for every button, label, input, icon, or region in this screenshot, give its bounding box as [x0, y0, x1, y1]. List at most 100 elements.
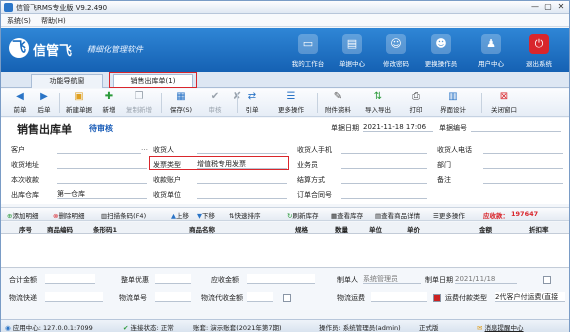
fee-pay-check[interactable]: [433, 294, 441, 302]
refresh-stock-button[interactable]: ↻刷新库存: [287, 210, 318, 220]
make-date-label: 制单日期: [425, 276, 453, 284]
menu-help[interactable]: 帮助(H): [41, 16, 66, 26]
lookup-icon[interactable]: …: [141, 144, 148, 152]
nav-user-center[interactable]: ♟ 用户中心: [471, 32, 511, 70]
doc-date-field[interactable]: 2021-11-18 17:06: [363, 122, 433, 132]
copy-add-button[interactable]: ❐ 复制新增: [123, 91, 155, 115]
nav-change-password[interactable]: ☺ 修改密码: [376, 32, 416, 70]
version-status: 正式版: [419, 324, 439, 332]
move-down-button[interactable]: ▼下移: [197, 210, 215, 220]
maximize-button[interactable]: ▢: [542, 2, 554, 12]
add-button[interactable]: ✚ 新增: [97, 91, 121, 115]
col-unit[interactable]: 单位: [369, 224, 382, 234]
total-field[interactable]: [45, 274, 95, 284]
move-up-button[interactable]: ▲上移: [171, 210, 189, 220]
receipt-account-field[interactable]: [197, 174, 287, 184]
grid-header: 序号 商品编码 条形码1 商品名称 规格 数量 单位 单价 金额 折扣率: [1, 222, 569, 234]
close-window-button[interactable]: ⊠ 关闭窗口: [487, 91, 521, 115]
close-button[interactable]: ✕: [555, 2, 567, 12]
slogan: 精细化管理软件: [87, 45, 143, 54]
dept-label: 部门: [437, 161, 451, 169]
documents-icon: ▤: [342, 34, 362, 54]
add-row-button[interactable]: ⊕添加明细: [7, 210, 38, 220]
express-cod-field[interactable]: [247, 292, 273, 302]
dept-field[interactable]: [483, 159, 563, 169]
ui-design-button[interactable]: ▥ 界面设计: [437, 91, 469, 115]
separator: [59, 93, 60, 113]
more-icon: ☰: [286, 91, 296, 102]
receiver-field[interactable]: [197, 144, 287, 154]
address-field[interactable]: [57, 159, 147, 169]
scan-barcode-button[interactable]: ▥扫描条码(F4): [101, 210, 146, 220]
salesman-label: 业务员: [297, 161, 318, 169]
express-cod-check[interactable]: [283, 294, 291, 302]
view-stock-button[interactable]: ▦查看库存: [331, 210, 363, 220]
receiver-tel-field[interactable]: [483, 144, 563, 154]
tab-strip: 功能导航窗 销售出库单(1): [1, 72, 569, 88]
this-receipt-field[interactable]: [57, 174, 147, 184]
express-field[interactable]: [45, 292, 103, 302]
nav-switch-operator[interactable]: ☻ 更换操作员: [421, 32, 461, 70]
nav-workbench[interactable]: ▭ 我的工作台: [288, 32, 328, 70]
express-fee-field[interactable]: [371, 292, 427, 302]
col-amount[interactable]: 金额: [479, 224, 492, 234]
app-center-status[interactable]: ◉ 应用中心: 127.0.0.1:7099: [5, 322, 93, 332]
goods-detail-button[interactable]: ▤查看商品详情: [375, 210, 420, 220]
import-export-button[interactable]: ⇅ 导入导出: [361, 91, 395, 115]
receivable-amount-field[interactable]: [247, 274, 315, 284]
nav-doc-center[interactable]: ▤ 单据中心: [332, 32, 372, 70]
attachment-button[interactable]: ✎ 附件资料: [323, 91, 353, 115]
tab-function-nav[interactable]: 功能导航窗: [31, 74, 103, 88]
receivable-value: 197647: [511, 210, 539, 218]
logo-icon: 飞: [9, 38, 29, 58]
print-button[interactable]: ⎙ 打印: [405, 91, 427, 115]
col-price[interactable]: 单价: [407, 224, 420, 234]
this-receipt-label: 本次收款: [11, 176, 39, 184]
minimize-button[interactable]: —: [529, 2, 541, 12]
col-discount[interactable]: 折扣率: [529, 224, 549, 234]
express-no-field[interactable]: [155, 292, 191, 302]
window-title: 信管飞RMS专业版 V9.2.490: [16, 4, 108, 12]
doc-no-field[interactable]: [471, 122, 561, 132]
fee-pay-field[interactable]: 2代客户付运费(直接: [495, 292, 565, 302]
col-index[interactable]: 序号: [19, 224, 32, 234]
message-center-button[interactable]: ✉ 消息提醒中心: [477, 322, 524, 332]
highlight-box: [149, 156, 289, 170]
menu-system[interactable]: 系统(S): [7, 16, 31, 26]
user-key-icon: ☺: [386, 34, 406, 54]
remark-field[interactable]: [483, 174, 563, 184]
warehouse-field[interactable]: 第一仓库: [57, 189, 147, 199]
calendar-icon[interactable]: [543, 276, 551, 284]
audit-button[interactable]: ✔ 审核: [201, 91, 229, 115]
whole-discount-field[interactable]: [155, 274, 191, 284]
delete-row-button[interactable]: ⊗删除明细: [53, 210, 84, 220]
receivable-label: 应收款：: [483, 212, 509, 220]
quick-sort-button[interactable]: ⇅快速排序: [229, 210, 260, 220]
desktop-icon: ▭: [298, 34, 318, 54]
grid-body[interactable]: [1, 234, 569, 268]
col-name[interactable]: 商品名称: [189, 224, 215, 234]
col-spec[interactable]: 规格: [295, 224, 308, 234]
col-qty[interactable]: 数量: [335, 224, 348, 234]
save-button[interactable]: ▦ 保存(S): [167, 91, 195, 115]
express-cod-label: 物流代收金额: [201, 294, 243, 302]
nav-exit[interactable]: ⏻ 退出系统: [519, 32, 559, 70]
contract-field[interactable]: [341, 189, 427, 199]
col-code[interactable]: 商品编码: [47, 224, 73, 234]
next-button[interactable]: ▶ 后单: [33, 91, 55, 115]
prev-button[interactable]: ◀ 前单: [9, 91, 31, 115]
more-ops-button[interactable]: ☰ 更多操作: [273, 91, 309, 115]
settle-label: 结算方式: [297, 176, 325, 184]
col-barcode[interactable]: 条形码1: [93, 224, 117, 234]
new-doc-button[interactable]: ▣ 新建单据: [63, 91, 95, 115]
customer-field[interactable]: [57, 144, 141, 154]
receipt-account-label: 收款账户: [153, 176, 181, 184]
receiver-unit-field[interactable]: [197, 189, 287, 199]
grid-more-button[interactable]: ☰更多操作: [433, 210, 465, 220]
total-label: 合计金额: [9, 276, 37, 284]
salesman-field[interactable]: [341, 159, 427, 169]
separator: [161, 93, 162, 113]
settle-field[interactable]: [341, 174, 427, 184]
receiver-phone-field[interactable]: [341, 144, 427, 154]
reference-button[interactable]: ⇄ 引单: [241, 91, 263, 115]
